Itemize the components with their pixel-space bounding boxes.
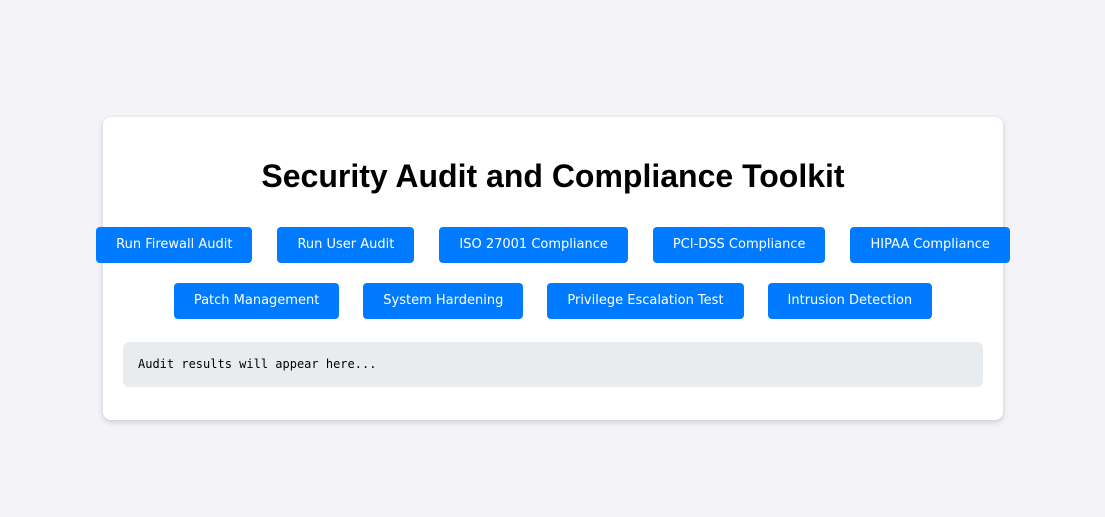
button-row-2: Patch Management System Hardening Privil…	[103, 283, 1003, 319]
run-firewall-audit-button[interactable]: Run Firewall Audit	[96, 227, 253, 263]
system-hardening-button[interactable]: System Hardening	[363, 283, 524, 319]
run-user-audit-button[interactable]: Run User Audit	[277, 227, 415, 263]
toolkit-card: Security Audit and Compliance Toolkit Ru…	[96, 117, 1010, 420]
audit-output: Audit results will appear here...	[123, 342, 983, 387]
iso-27001-compliance-button[interactable]: ISO 27001 Compliance	[439, 227, 628, 263]
button-row-1: Run Firewall Audit Run User Audit ISO 27…	[96, 227, 1010, 263]
hipaa-compliance-button[interactable]: HIPAA Compliance	[850, 227, 1010, 263]
intrusion-detection-button[interactable]: Intrusion Detection	[767, 283, 933, 319]
privilege-escalation-test-button[interactable]: Privilege Escalation Test	[547, 283, 744, 319]
page-title: Security Audit and Compliance Toolkit	[261, 158, 845, 194]
patch-management-button[interactable]: Patch Management	[173, 283, 340, 319]
pci-dss-compliance-button[interactable]: PCI-DSS Compliance	[652, 227, 826, 263]
